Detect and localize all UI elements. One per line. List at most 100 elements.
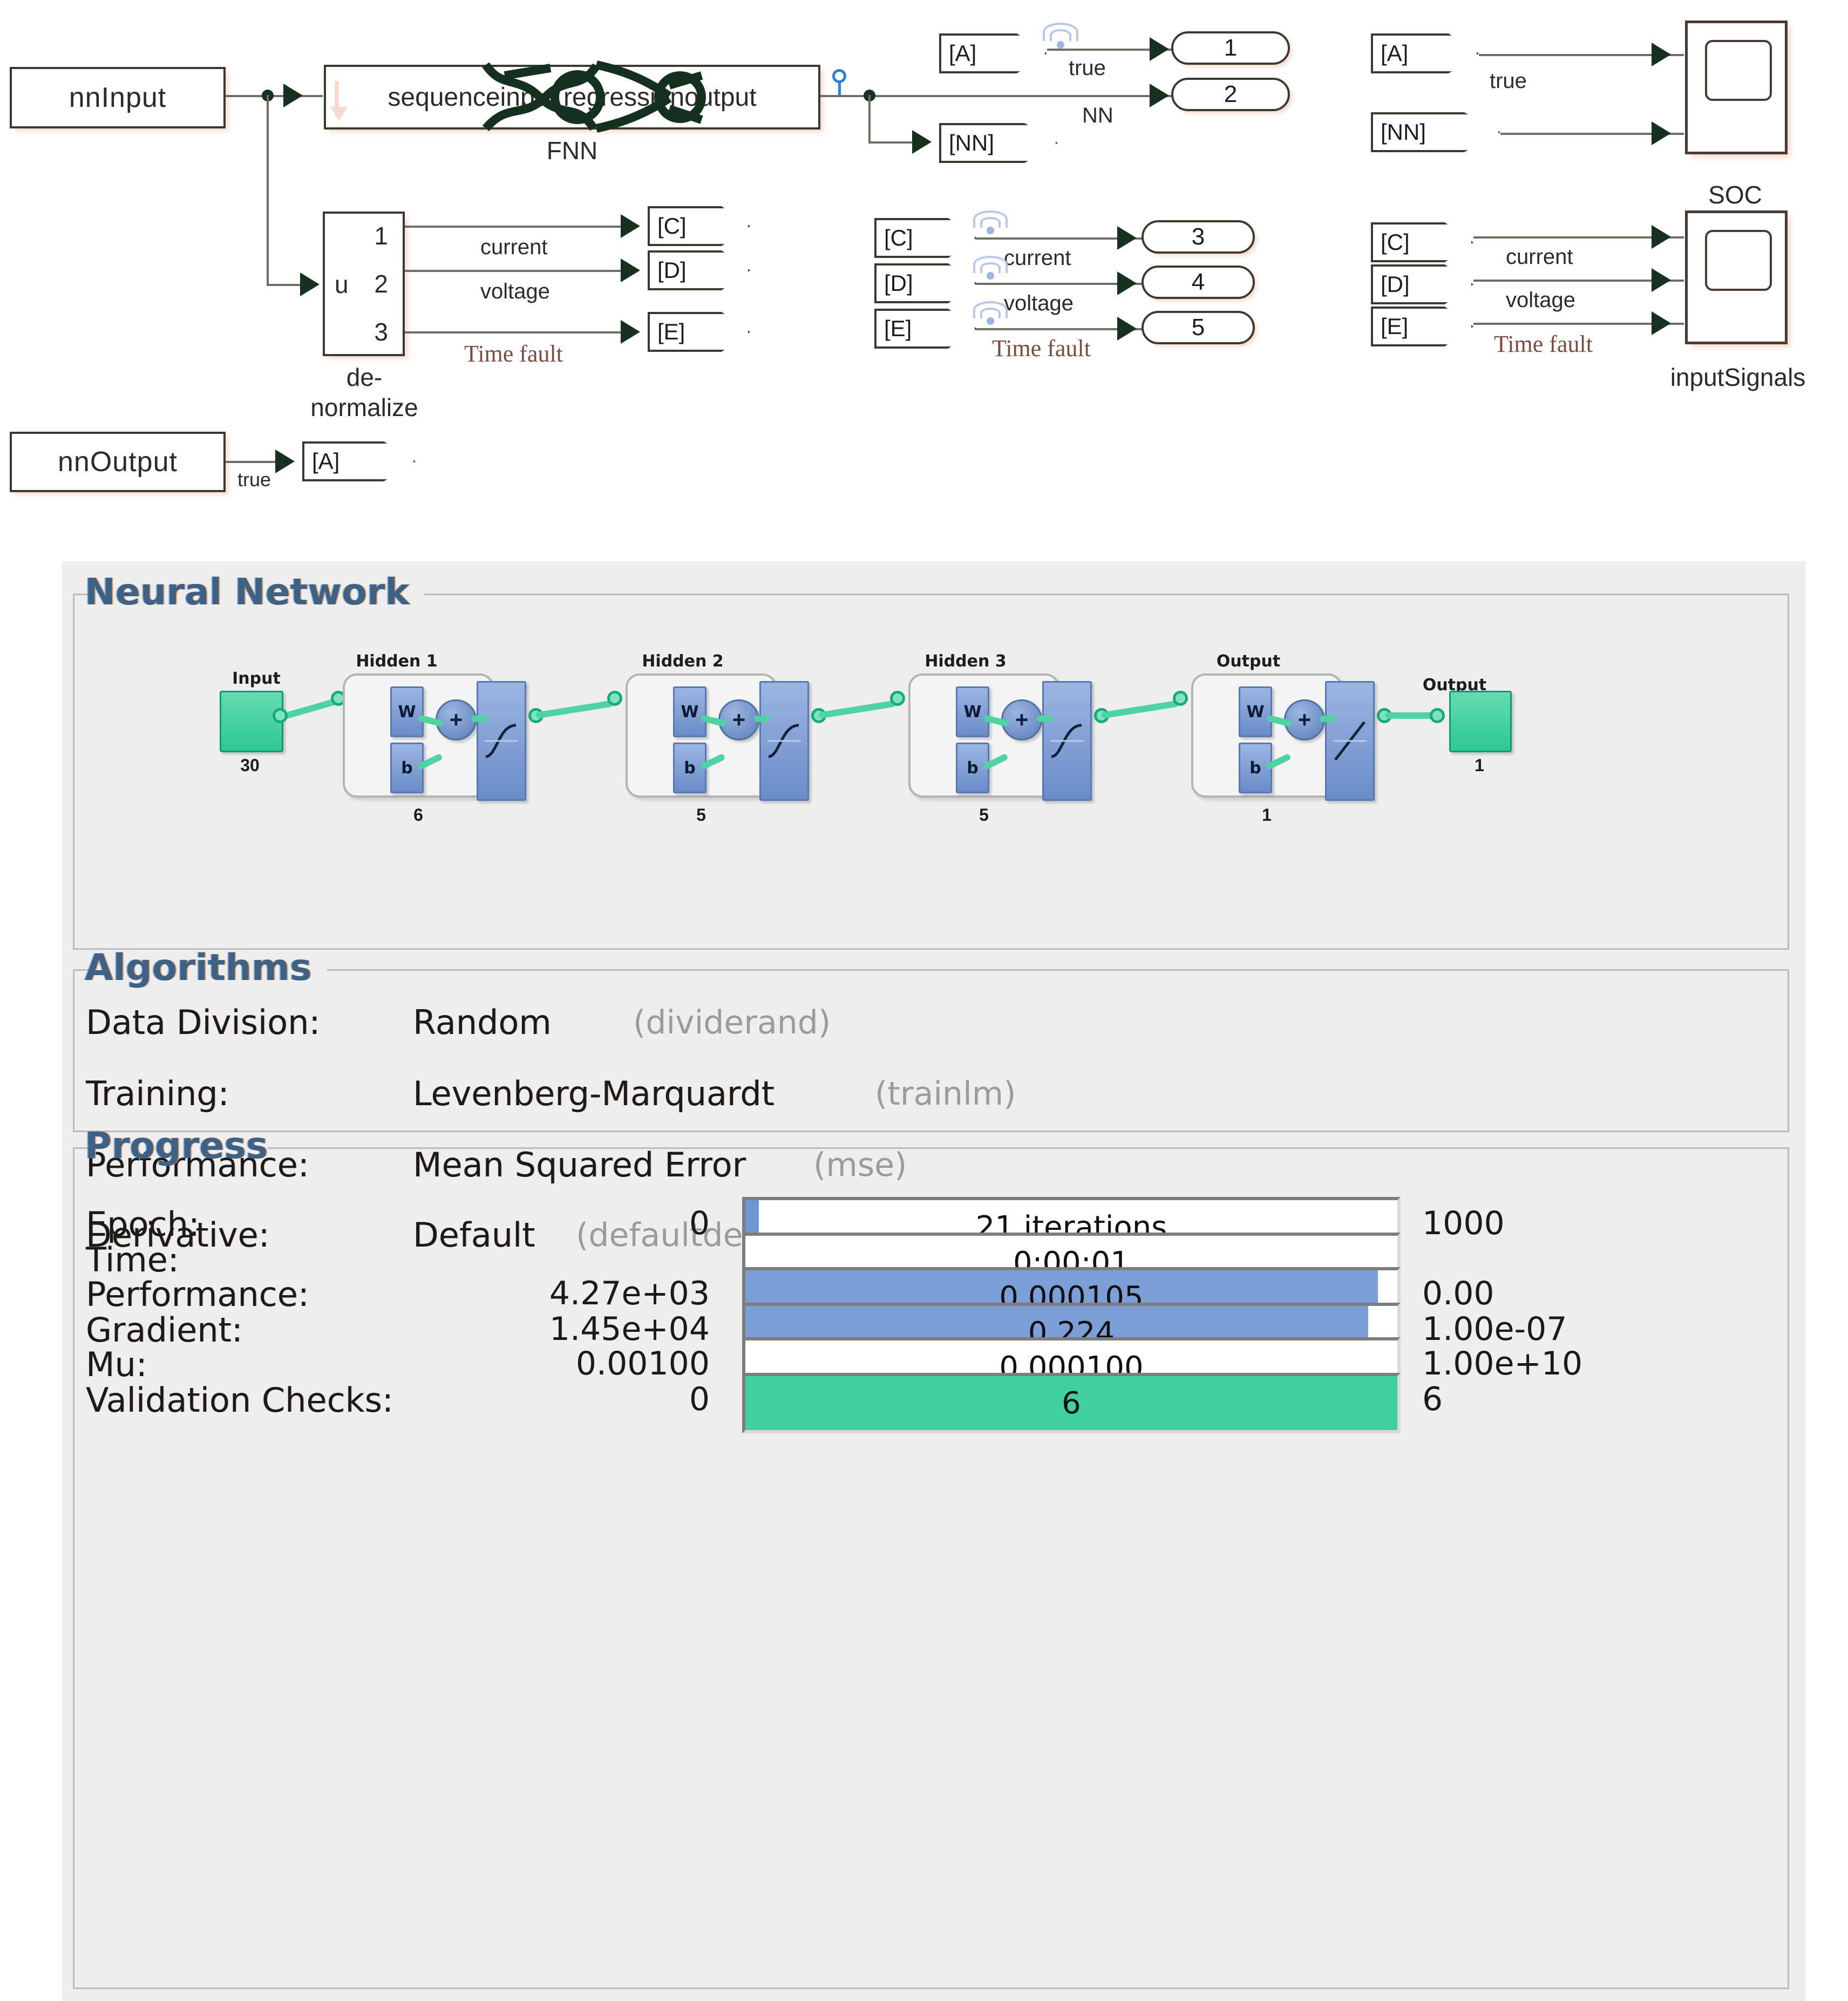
from-tag-nn-soc[interactable]: [NN]: [1371, 112, 1500, 152]
arrow-into-denormalize: [300, 273, 320, 296]
nn-layer-label-hidden1: Hidden 1: [356, 652, 438, 671]
goto-tag-e-label: [E]: [657, 319, 685, 344]
group-progress-title: Progress: [85, 1125, 268, 1167]
arrow-into-c-goto: [621, 214, 640, 238]
progress-right-performance: 0.00: [1422, 1275, 1494, 1312]
scope-soc-screen: [1705, 39, 1772, 101]
outport-4-label: 4: [1191, 269, 1205, 295]
scope-input-signals[interactable]: [1685, 210, 1788, 344]
nn-input-node: [220, 691, 283, 752]
arrow-into-port1: [1150, 37, 1169, 61]
fnn-decor-arrow: [330, 107, 348, 121]
from-tag-c-mid[interactable]: [C]: [874, 218, 977, 258]
block-denormalize-port2: 2: [374, 270, 389, 298]
outport-1[interactable]: 1: [1171, 31, 1290, 65]
block-fnn-inner-label: sequenceinput regressionoutput: [388, 83, 757, 112]
progress-left-mu: 0.00100: [575, 1345, 710, 1383]
block-nn-input[interactable]: nnInput: [10, 67, 226, 128]
fnn-decor-stem: [335, 81, 339, 109]
nn-transfer-hidden1: [477, 681, 526, 801]
nn-link-h1-sum-f: [471, 716, 487, 722]
goto-tag-e[interactable]: [E]: [648, 312, 750, 352]
nn-node-h2-in: [607, 691, 622, 706]
progress-left-epoch: 0: [689, 1204, 710, 1242]
group-algorithms-top-border: [74, 968, 1788, 972]
nn-output-size: 1: [1475, 756, 1484, 775]
signal-label-timefault-left: Time fault: [464, 341, 563, 367]
scope-soc[interactable]: [1685, 21, 1788, 154]
signal-label-true-soc: true: [1490, 69, 1527, 93]
block-denormalize-port1: 1: [374, 222, 389, 250]
from-tag-a-soc-label: [A]: [1381, 40, 1409, 66]
goto-tag-nn[interactable]: [NN]: [939, 123, 1058, 163]
outport-4[interactable]: 4: [1142, 266, 1255, 299]
outport-2[interactable]: 2: [1171, 78, 1290, 111]
arrow-inputsignals-in3: [1652, 311, 1671, 335]
nn-layer-size-output: 1: [1262, 805, 1272, 825]
from-tag-a-soc[interactable]: [A]: [1371, 33, 1479, 73]
wireless-icon-d-mid: [971, 256, 1009, 281]
from-tag-d-right[interactable]: [D]: [1371, 264, 1473, 304]
signal-label-voltage-right: voltage: [1506, 288, 1575, 312]
wireless-icon-e-mid: [971, 301, 1009, 326]
progress-right-epoch: 1000: [1422, 1204, 1505, 1242]
outport-3[interactable]: 3: [1142, 220, 1255, 254]
arrow-into-e-goto: [621, 320, 640, 344]
block-fnn[interactable]: sequenceinput regressionoutput: [324, 65, 820, 130]
arrow-inputsignals-in2: [1652, 268, 1671, 292]
wire-input-fnn: [226, 95, 323, 97]
tansig-icon: [485, 724, 518, 758]
wire-fnn-branch-down: [868, 95, 871, 144]
wire-denorm-d: [405, 270, 637, 272]
signal-label-current-right: current: [1506, 245, 1573, 269]
nn-weight-hidden2: W: [673, 686, 706, 737]
block-denormalize-port3: 3: [374, 318, 389, 346]
from-tag-d-right-label: [D]: [1381, 271, 1410, 297]
outport-5[interactable]: 5: [1142, 311, 1255, 344]
from-tag-d-mid-label: [D]: [884, 270, 913, 296]
arrow-into-fnn: [283, 84, 303, 107]
nn-output-node: [1449, 691, 1512, 752]
nn-weight-hidden1: W: [390, 686, 424, 737]
signal-label-timefault-mid: Time fault: [992, 335, 1091, 362]
from-tag-e-right-label: [E]: [1381, 314, 1409, 339]
purelin-icon: [1333, 721, 1367, 761]
goto-tag-d[interactable]: [D]: [648, 250, 750, 290]
algorithms-key-training: Training:: [86, 1074, 229, 1113]
goto-tag-a-bottom[interactable]: [A]: [302, 441, 416, 481]
nn-node-outlayer-in: [1173, 691, 1188, 706]
arrow-into-port4: [1117, 271, 1137, 295]
progress-left-performance: 4.27e+03: [549, 1275, 710, 1312]
wire-denorm-e: [405, 331, 637, 333]
progress-key-performance: Performance:: [86, 1275, 309, 1314]
from-tag-d-mid[interactable]: [D]: [874, 263, 977, 303]
progress-left-validation-checks: 0: [689, 1380, 710, 1418]
block-denormalize-input-label: u: [335, 270, 349, 298]
block-nn-output[interactable]: nnOutput: [10, 432, 226, 492]
algorithms-fn-training: (trainlm): [875, 1075, 1016, 1113]
progress-key-gradient: Gradient:: [86, 1310, 243, 1350]
from-tag-a-top[interactable]: [A]: [939, 33, 1047, 73]
goto-tag-c[interactable]: [C]: [648, 206, 750, 246]
from-tag-e-mid[interactable]: [E]: [874, 309, 977, 349]
wire-denorm-c: [405, 226, 637, 228]
nn-weight-hidden3: W: [956, 686, 989, 737]
nn-layer-label-output: Output: [1216, 652, 1281, 671]
nn-layer-label-hidden2: Hidden 2: [642, 652, 724, 671]
nn-layer-size-hidden1: 6: [413, 805, 423, 825]
nn-transfer-hidden2: [759, 681, 809, 801]
algorithms-key-data-division: Data Division:: [86, 1003, 321, 1042]
from-tag-c-right-label: [C]: [1381, 229, 1410, 255]
from-tag-e-right[interactable]: [E]: [1371, 307, 1473, 346]
from-tag-a-top-label: [A]: [949, 40, 977, 66]
progress-key-time: Time:: [86, 1240, 179, 1279]
nn-node-out-b: [1430, 708, 1445, 723]
signal-label-current-mid: current: [1004, 246, 1071, 270]
from-tag-c-mid-label: [C]: [884, 225, 913, 250]
progress-key-mu: Mu:: [86, 1345, 147, 1384]
goto-tag-nn-label: [NN]: [949, 130, 994, 155]
block-denormalize-caption-1: de-: [346, 363, 383, 391]
from-tag-c-right[interactable]: [C]: [1371, 222, 1473, 262]
arrow-soc-in1: [1652, 43, 1671, 66]
algorithms-value-training: Levenberg-Marquardt: [413, 1074, 774, 1113]
